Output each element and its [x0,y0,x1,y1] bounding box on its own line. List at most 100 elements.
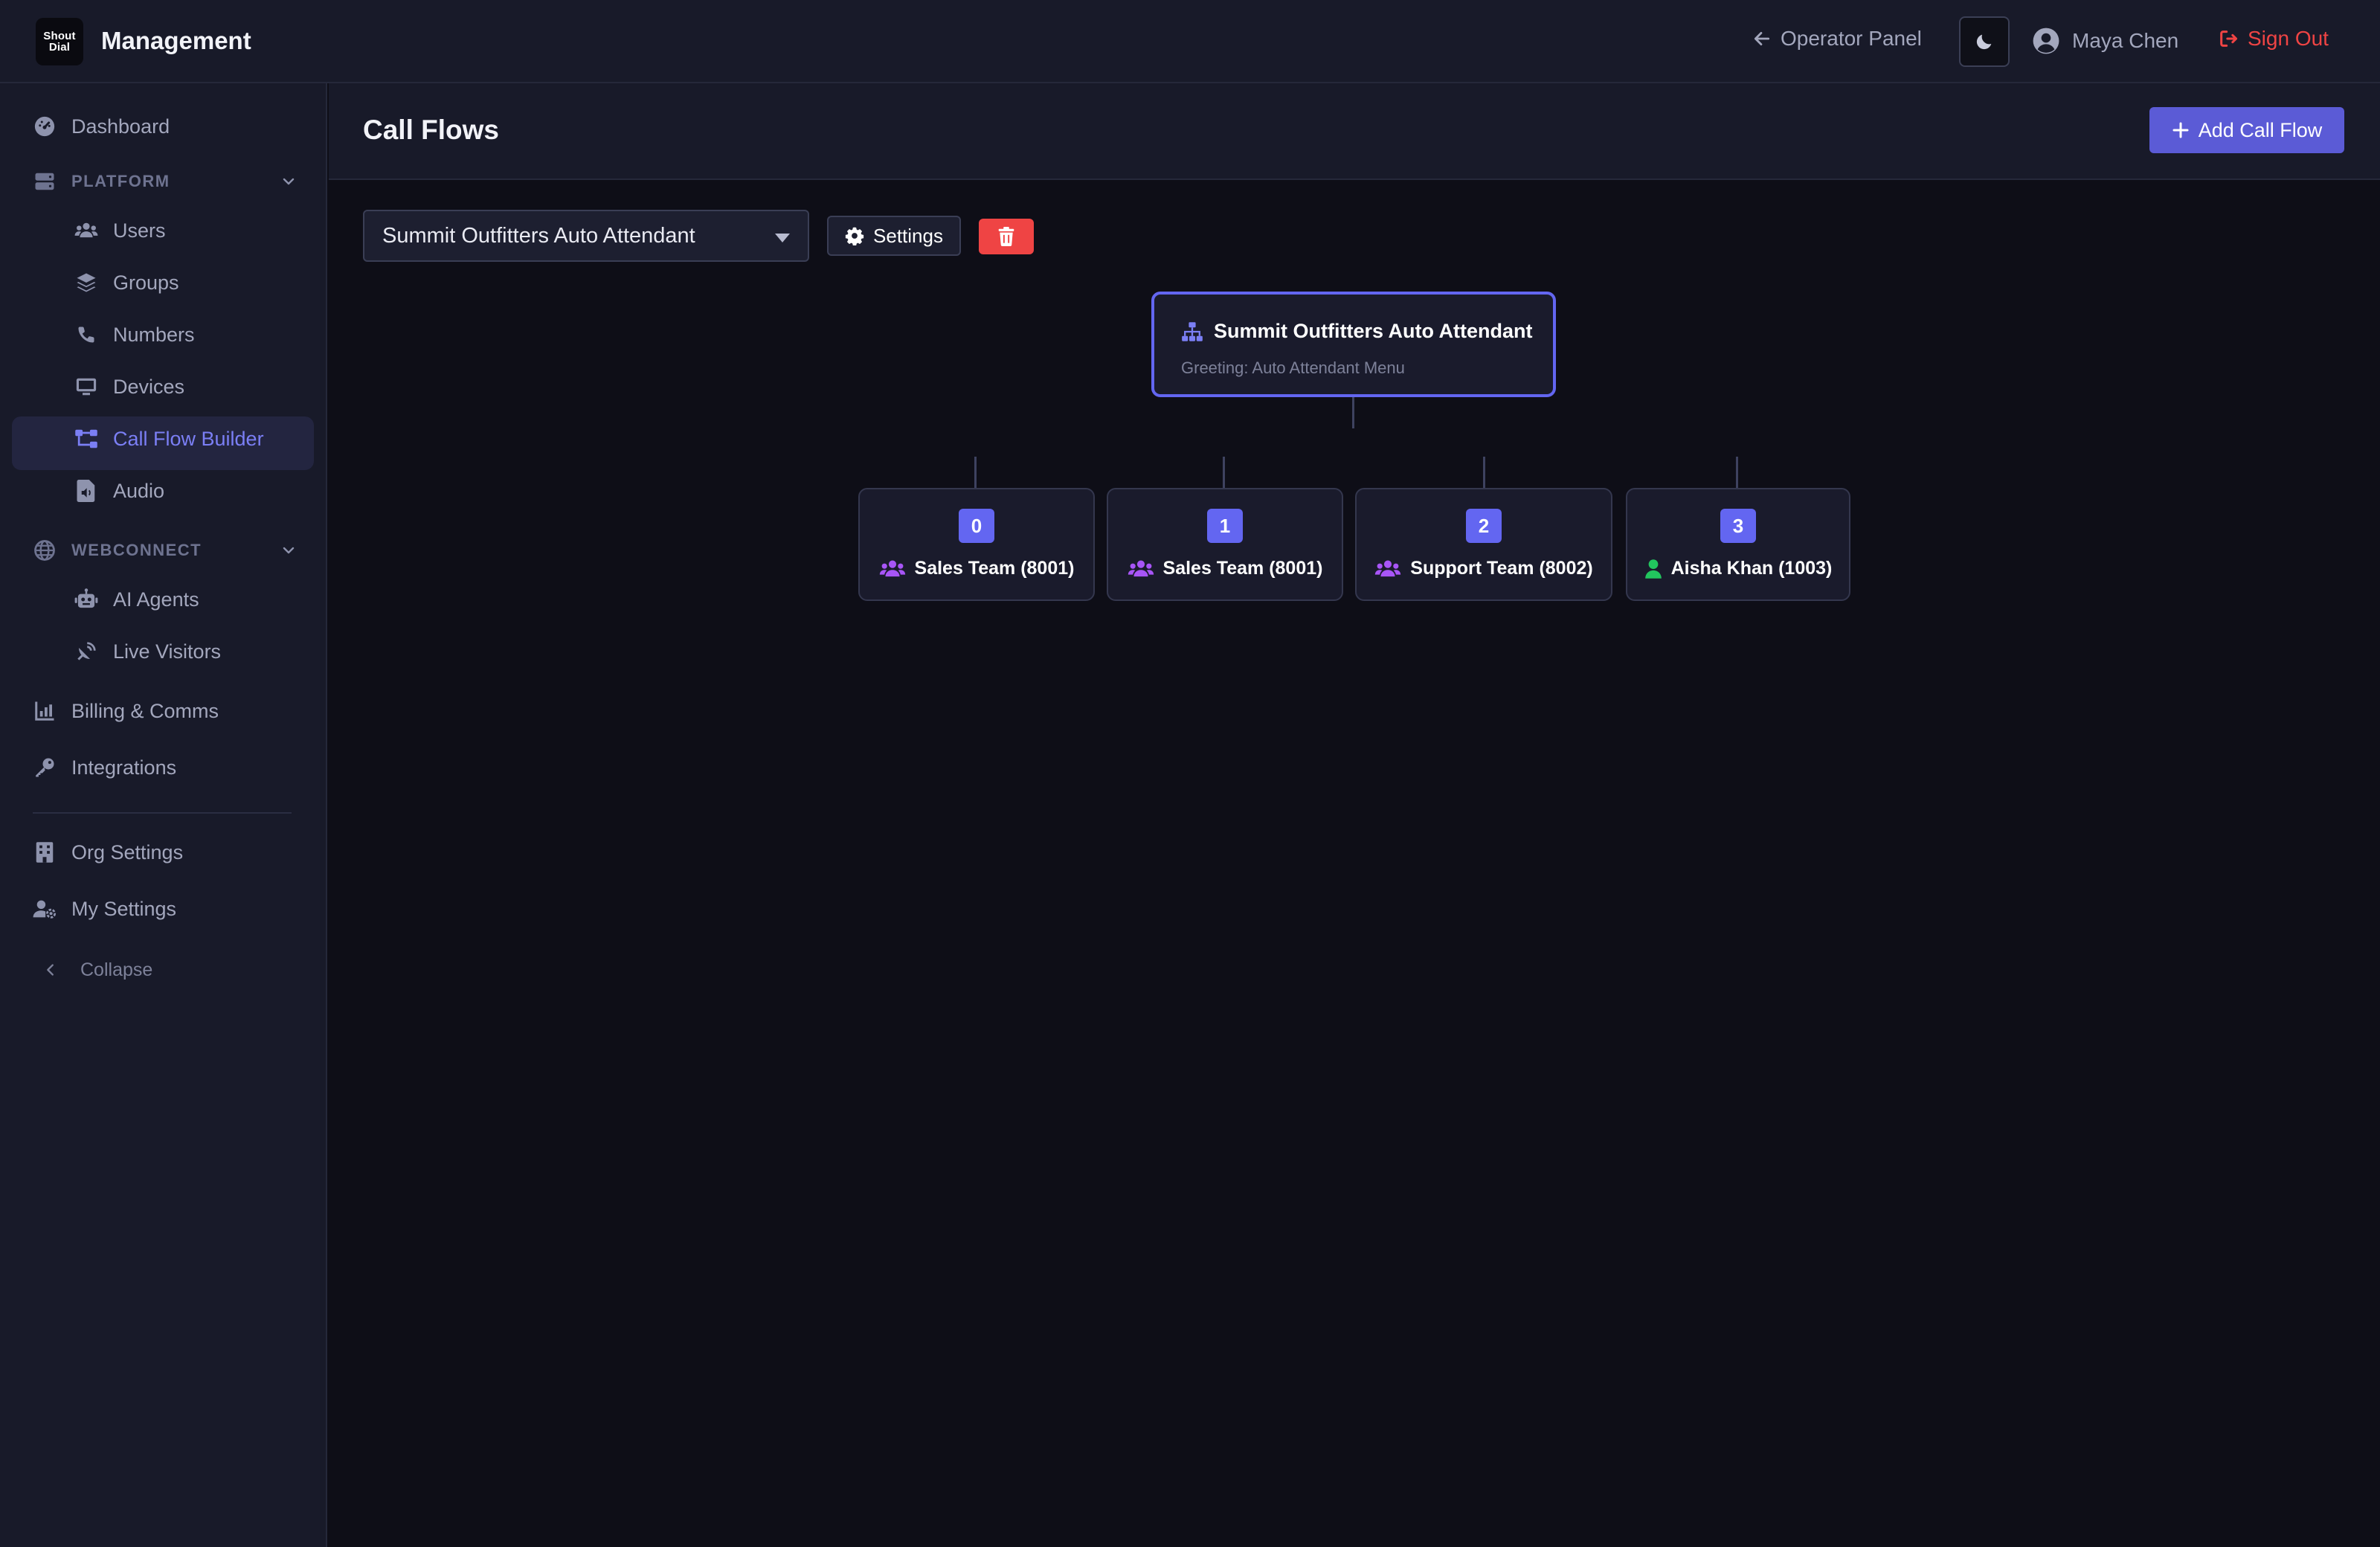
audio-file-icon [74,479,98,503]
sidebar-item-ai-agents[interactable]: AI Agents [74,588,199,611]
sidebar-item-audio[interactable]: Audio [74,479,164,503]
sidebar-section-platform[interactable]: PLATFORM [33,170,298,193]
flow-branch-node[interactable]: 3 Aisha Khan (1003) [1626,488,1850,601]
settings-label: Settings [873,224,943,247]
flow-branch-node[interactable]: 2 Support Team (8002) [1355,488,1612,601]
sidebar-item-label: Call Flow Builder [113,427,264,450]
top-bar: Shout Dial Management Operator Panel May… [0,0,2380,83]
bar-chart-icon [33,699,57,723]
key-icon [33,756,57,779]
sidebar-item-devices[interactable]: Devices [74,375,184,399]
branch-connector-line [1223,457,1225,488]
moon-icon [1974,31,1995,52]
plus-icon [2172,121,2190,139]
branch-connector-line [1736,457,1738,488]
sidebar-item-label: Groups [113,271,179,294]
branch-target: Sales Team (8001) [860,558,1093,579]
branch-digit-badge: 1 [1207,509,1243,543]
server-icon [33,170,57,193]
user-gear-icon [33,897,57,921]
sidebar-item-users[interactable]: Users [74,219,166,242]
page-header: Call Flows Add Call Flow [329,83,2380,180]
user-menu[interactable]: Maya Chen [2032,27,2178,55]
theme-toggle-button[interactable] [1959,16,2010,67]
monitor-icon [74,375,98,399]
add-call-flow-button[interactable]: Add Call Flow [2149,107,2344,153]
root-connector-line [1352,397,1354,428]
sidebar-item-numbers[interactable]: Numbers [74,323,195,347]
root-node-title: Summit Outfitters Auto Attendant [1181,320,1532,343]
sidebar-collapse-button[interactable]: Collapse [39,958,152,982]
gauge-icon [33,115,57,138]
trash-icon [998,227,1014,246]
sidebar-item-billing[interactable]: Billing & Comms [33,699,219,723]
sidebar-item-label: Org Settings [71,840,184,863]
app-logo[interactable]: Shout Dial [36,18,83,65]
branch-digit-badge: 0 [959,509,994,543]
gear-icon [845,226,864,245]
logo-line-1: Shout [43,30,76,42]
sidebar-item-label: Users [113,219,166,242]
sidebar-section-label: WEBCONNECT [71,541,202,559]
users-icon [879,559,906,579]
sidebar-item-dashboard[interactable]: Dashboard [33,115,170,138]
flow-settings-button[interactable]: Settings [827,216,961,256]
users-icon [1128,559,1154,579]
sidebar-item-label: Live Visitors [113,640,222,663]
delete-flow-button[interactable] [979,219,1034,254]
root-node-greeting: Greeting: Auto Attendant Menu [1181,358,1405,377]
collapse-label: Collapse [80,959,153,980]
flow-branch-node[interactable]: 0 Sales Team (8001) [858,488,1095,601]
branch-digit-badge: 2 [1466,509,1502,543]
sidebar-item-integrations[interactable]: Integrations [33,756,176,779]
app-title: Management [101,27,251,54]
operator-panel-link[interactable]: Operator Panel [1752,27,1922,51]
layers-icon [74,271,98,295]
chevron-down-icon [280,173,298,190]
branch-digit-badge: 3 [1720,509,1756,543]
sitemap-icon [1181,321,1203,342]
globe-icon [33,538,57,562]
root-node-name: Summit Outfitters Auto Attendant [1214,320,1533,342]
sidebar-item-live-visitors[interactable]: Live Visitors [74,640,221,663]
robot-icon [74,588,98,611]
sidebar-item-label: Integrations [71,756,177,779]
logo-line-2: Dial [48,41,71,54]
sidebar-item-label: Dashboard [71,115,170,138]
sidebar-item-label: Numbers [113,323,195,346]
arrow-left-icon [1752,29,1772,48]
sidebar-section-webconnect[interactable]: WEBCONNECT [33,538,298,562]
branch-target-label: Aisha Khan (1003) [1670,558,1833,579]
flow-root-node[interactable]: Summit Outfitters Auto Attendant Greetin… [1151,292,1556,397]
add-call-flow-label: Add Call Flow [2198,118,2323,141]
operator-panel-label: Operator Panel [1781,27,1922,50]
sign-out-button[interactable]: Sign Out [2218,27,2329,51]
sidebar-item-label: My Settings [71,897,177,920]
flow-branch-node[interactable]: 1 Sales Team (8001) [1107,488,1343,601]
sign-out-icon [2218,28,2239,49]
branch-target: Sales Team (8001) [1108,558,1342,579]
branch-target: Aisha Khan (1003) [1627,558,1849,579]
sidebar: Dashboard PLATFORM Users Groups Numbers … [0,83,327,1547]
branch-target-label: Support Team (8002) [1410,558,1593,579]
sidebar-item-groups[interactable]: Groups [74,271,179,295]
sidebar-item-call-flow-builder[interactable]: Call Flow Builder [74,427,264,451]
sidebar-item-label: Audio [113,479,165,502]
sidebar-item-my-settings[interactable]: My Settings [33,897,176,921]
sign-out-label: Sign Out [2248,27,2329,50]
building-icon [33,840,57,864]
call-flow-select[interactable]: Summit Outfitters Auto Attendant [363,210,809,262]
sidebar-section-label: PLATFORM [71,172,170,190]
branch-target-label: Sales Team (8001) [1162,558,1323,579]
users-icon [74,219,98,242]
user-name: Maya Chen [2072,29,2179,52]
sidebar-item-label: AI Agents [113,588,199,611]
branch-connector-line [1483,457,1485,488]
sidebar-item-org-settings[interactable]: Org Settings [33,840,183,864]
selected-flow-value: Summit Outfitters Auto Attendant [382,223,695,248]
chevron-down-icon [280,541,298,559]
satellite-dish-icon [74,640,98,663]
chevron-left-icon [39,958,62,982]
sidebar-item-label: Devices [113,375,185,398]
user-icon [1644,559,1662,579]
